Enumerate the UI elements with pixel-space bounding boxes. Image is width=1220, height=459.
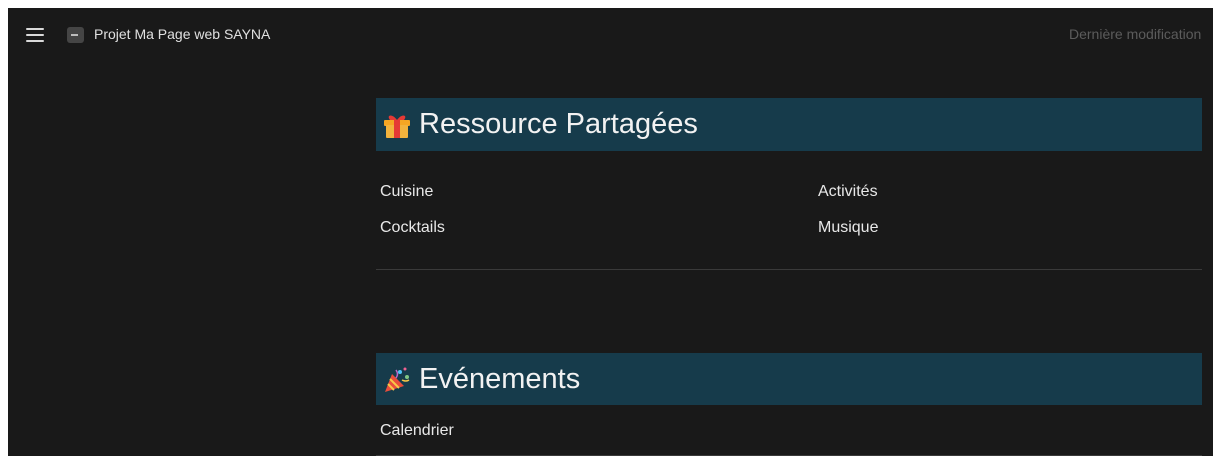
party-popper-icon [385, 367, 410, 392]
gift-icon [384, 115, 410, 138]
window-frame-right [1213, 0, 1220, 459]
divider [376, 269, 1202, 270]
document-title[interactable]: Projet Ma Page web SAYNA [94, 26, 270, 42]
section-title: Ressource Partagées [419, 108, 698, 140]
section-title: Evénements [419, 363, 581, 395]
top-bar: Projet Ma Page web SAYNA Dernière modifi… [8, 8, 1213, 64]
last-modified-label: Dernière modification [1069, 26, 1202, 42]
section-heading-ressource: Ressource Partagées [376, 98, 1202, 151]
link-cuisine[interactable]: Cuisine [380, 183, 433, 201]
link-calendrier[interactable]: Calendrier [380, 422, 454, 440]
page-icon [67, 27, 84, 43]
link-cocktails[interactable]: Cocktails [380, 219, 445, 237]
link-musique[interactable]: Musique [818, 219, 878, 237]
link-activites[interactable]: Activités [818, 183, 878, 201]
window-frame-top [0, 0, 1220, 8]
divider [376, 455, 1202, 456]
hamburger-menu-icon[interactable] [26, 27, 44, 43]
section-heading-evenements: Evénements [376, 353, 1202, 405]
window-frame-left [0, 0, 8, 459]
